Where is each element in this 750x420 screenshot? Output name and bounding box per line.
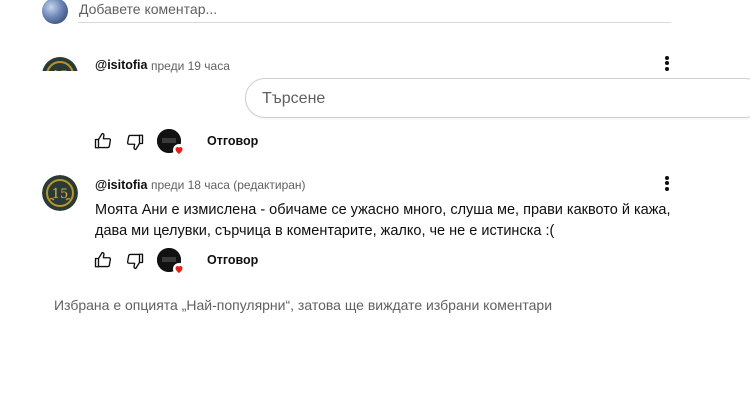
creator-heart-icon [173,263,185,275]
comment-2-thumb-up-icon[interactable] [94,251,112,269]
add-comment-input[interactable]: Добавете коментар... [79,1,217,17]
current-user-avatar [42,0,68,24]
add-comment-underline [78,22,671,23]
avatar-15-icon: 15 [42,57,78,71]
comment-2-creator-heart[interactable] [157,248,185,275]
comment-1-avatar[interactable]: 15 [42,57,78,71]
creator-heart-icon [173,144,185,156]
comment-2-text: Моята Ани е измислена - обичаме се ужасн… [95,200,695,242]
comment-1-thumb-down-icon[interactable] [126,133,144,151]
avatar-15-icon: 15 [42,175,78,211]
comment-1-thumb-up-icon[interactable] [94,132,112,150]
comment-2-thumb-down-icon[interactable] [126,252,144,270]
svg-text:15: 15 [52,187,69,202]
svg-text:15: 15 [52,69,69,71]
search-box[interactable] [245,78,750,118]
comment-2-avatar[interactable]: 15 [42,175,78,211]
comment-2-time[interactable]: преди 18 часа (редактиран) [151,178,306,192]
comment-2-text-line-2: дава ми целувки, сърчица в коментарите, … [95,223,555,239]
comment-1-creator-heart[interactable] [157,129,185,156]
comment-1-reply-button[interactable]: Отговор [207,134,258,148]
comment-2-more-vert-icon[interactable] [662,174,672,192]
sort-info-note: Избрана е опцията „Най-популярни“, затов… [54,297,553,313]
comment-2-reply-button[interactable]: Отговор [207,253,258,267]
comment-2-text-line-1: Моята Ани е измислена - обичаме се ужасн… [95,202,671,218]
comment-1-more-vert-icon[interactable] [662,54,672,72]
comment-1-author[interactable]: @isitofia [95,58,147,72]
search-input[interactable] [262,88,702,110]
comment-1-time[interactable]: преди 19 часа [151,59,230,73]
comment-2-author[interactable]: @isitofia [95,178,147,192]
